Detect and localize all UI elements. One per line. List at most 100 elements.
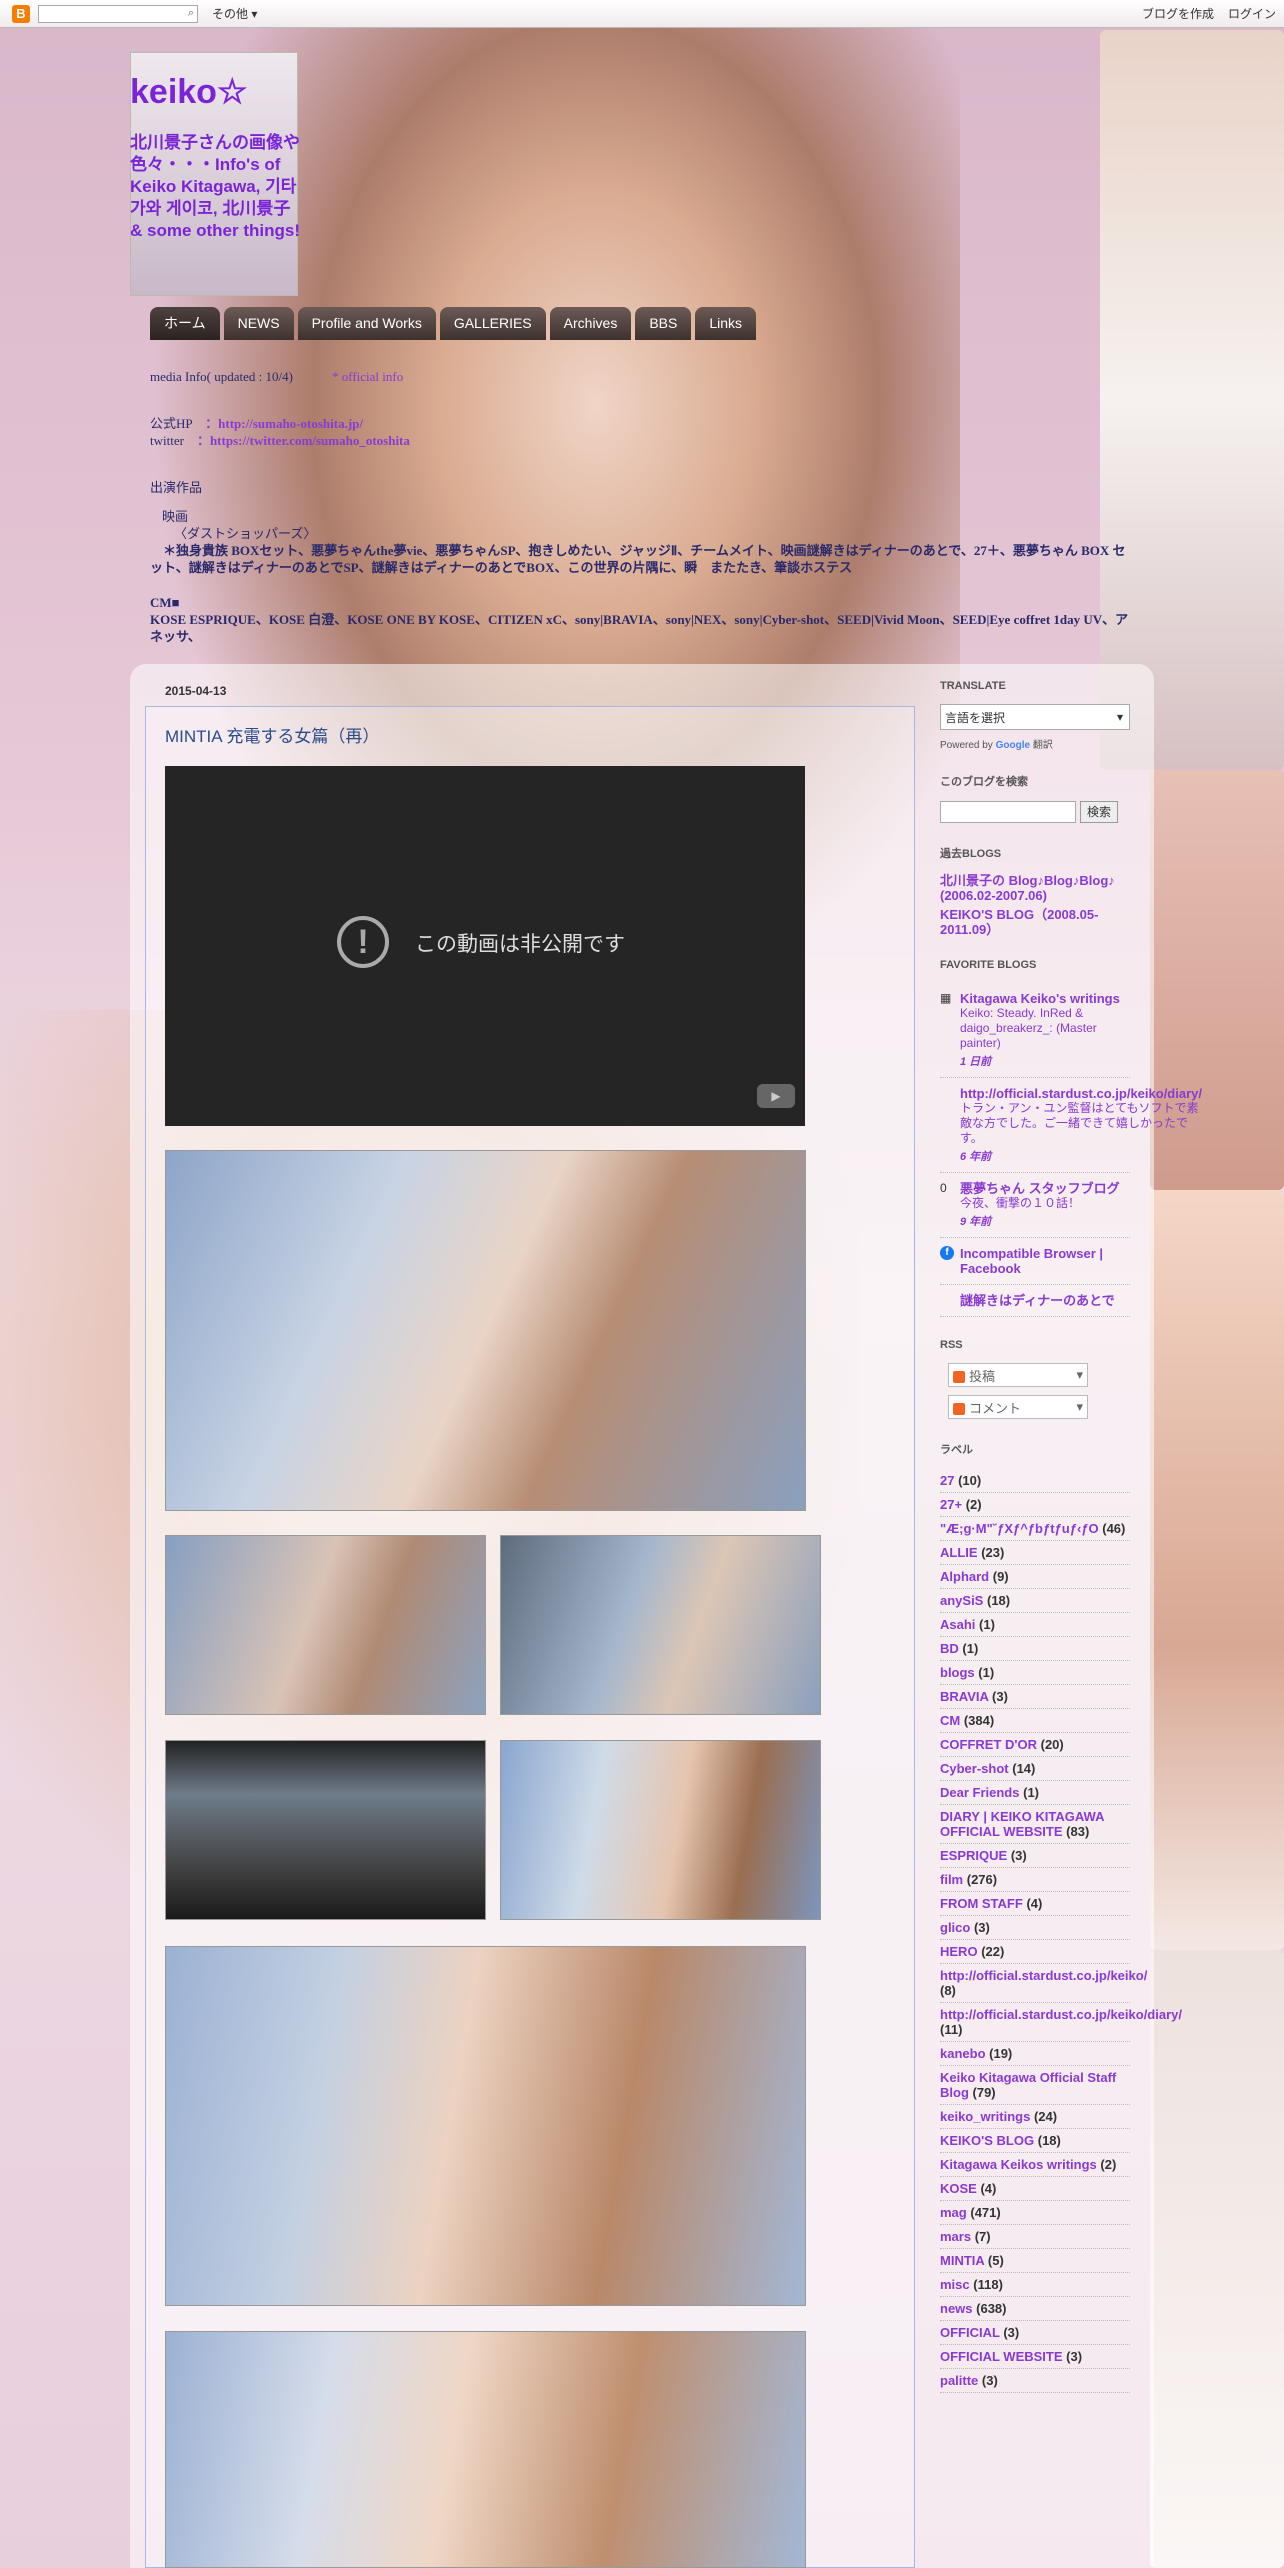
label-link[interactable]: 27+ (2) <box>940 1493 1130 1517</box>
label-link[interactable]: CM (384) <box>940 1709 1130 1733</box>
video-player[interactable]: ! この動画は非公開です ▶ <box>165 766 805 1126</box>
label-link[interactable]: Keiko Kitagawa Official Staff Blog (79) <box>940 2066 1130 2105</box>
tab-5[interactable]: BBS <box>635 307 692 340</box>
create-blog-link[interactable]: ブログを作成 <box>1142 5 1214 22</box>
label-link[interactable]: Cyber-shot (14) <box>940 1757 1130 1781</box>
favorite-blog-title[interactable]: Kitagawa Keiko's writings <box>960 991 1130 1006</box>
label-link[interactable]: ALLIE (23) <box>940 1541 1130 1565</box>
login-link[interactable]: ログイン <box>1228 5 1276 22</box>
label-name[interactable]: "Æ;g·M"˘ƒXƒ^ƒbƒtƒuƒ‹ƒO <box>940 1521 1099 1536</box>
post-title[interactable]: MINTIA 充電する女篇（再） <box>165 722 379 747</box>
label-name[interactable]: ESPRIQUE <box>940 1848 1007 1863</box>
label-link[interactable]: BRAVIA (3) <box>940 1685 1130 1709</box>
label-link[interactable]: KEIKO'S BLOG (18) <box>940 2129 1130 2153</box>
label-name[interactable]: MINTIA <box>940 2253 984 2268</box>
label-name[interactable]: http://official.stardust.co.jp/keiko/ <box>940 1968 1147 1983</box>
label-name[interactable]: Asahi <box>940 1617 975 1632</box>
label-link[interactable]: Alphard (9) <box>940 1565 1130 1589</box>
label-link[interactable]: HERO (22) <box>940 1940 1130 1964</box>
tab-0[interactable]: ホーム <box>150 307 220 340</box>
tab-3[interactable]: GALLERIES <box>439 307 546 340</box>
label-link[interactable]: 27 (10) <box>940 1469 1130 1493</box>
tab-6[interactable]: Links <box>695 307 757 340</box>
label-name[interactable]: blogs <box>940 1665 975 1680</box>
label-name[interactable]: Keiko Kitagawa Official Staff Blog <box>940 2070 1116 2100</box>
label-link[interactable]: OFFICIAL (3) <box>940 2321 1130 2345</box>
label-link[interactable]: misc (118) <box>940 2273 1130 2297</box>
favorite-blog-title[interactable]: 悪夢ちゃん スタッフブログ <box>960 1181 1130 1196</box>
youtube-logo-icon[interactable]: ▶ <box>757 1084 795 1108</box>
label-name[interactable]: Dear Friends <box>940 1785 1019 1800</box>
label-name[interactable]: Alphard <box>940 1569 989 1584</box>
label-name[interactable]: 27 <box>940 1473 954 1488</box>
label-name[interactable]: ALLIE <box>940 1545 978 1560</box>
label-link[interactable]: "Æ;g·M"˘ƒXƒ^ƒbƒtƒuƒ‹ƒO (46) <box>940 1517 1130 1541</box>
label-link[interactable]: KOSE (4) <box>940 2177 1130 2201</box>
label-link[interactable]: DIARY | KEIKO KITAGAWA OFFICIAL WEBSITE … <box>940 1805 1130 1844</box>
label-name[interactable]: glico <box>940 1920 970 1935</box>
label-name[interactable]: COFFRET D'OR <box>940 1737 1037 1752</box>
label-name[interactable]: kanebo <box>940 2046 986 2061</box>
label-link[interactable]: OFFICIAL WEBSITE (3) <box>940 2345 1130 2369</box>
label-link[interactable]: http://official.stardust.co.jp/keiko/dia… <box>940 2003 1182 2042</box>
label-name[interactable]: film <box>940 1872 963 1887</box>
blog-search-button[interactable]: 検索 <box>1080 801 1119 823</box>
label-name[interactable]: 27+ <box>940 1497 962 1512</box>
post-image[interactable] <box>165 1946 806 2306</box>
label-link[interactable]: MINTIA (5) <box>940 2249 1130 2273</box>
label-link[interactable]: blogs (1) <box>940 1661 1130 1685</box>
past-blog-link[interactable]: KEIKO'S BLOG（2008.05-2011.09） <box>940 907 1130 937</box>
label-name[interactable]: BD <box>940 1641 959 1656</box>
label-link[interactable]: Kitagawa Keikos writings (2) <box>940 2153 1130 2177</box>
favorite-blog-title[interactable]: Incompatible Browser | Facebook <box>960 1246 1130 1276</box>
search-icon[interactable]: ⌕ <box>188 7 194 20</box>
post-image[interactable] <box>500 1740 821 1920</box>
label-name[interactable]: Kitagawa Keikos writings <box>940 2157 1097 2172</box>
label-name[interactable]: BRAVIA <box>940 1689 988 1704</box>
label-link[interactable]: mars (7) <box>940 2225 1130 2249</box>
label-name[interactable]: OFFICIAL WEBSITE <box>940 2349 1063 2364</box>
label-link[interactable]: mag (471) <box>940 2201 1130 2225</box>
past-blog-link[interactable]: 北川景子の Blog♪Blog♪Blog♪ (2006.02-2007.06) <box>940 873 1130 903</box>
label-link[interactable]: film (276) <box>940 1868 1130 1892</box>
label-link[interactable]: FROM STAFF (4) <box>940 1892 1130 1916</box>
label-link[interactable]: BD (1) <box>940 1637 1130 1661</box>
post-image[interactable] <box>500 1535 821 1715</box>
tab-2[interactable]: Profile and Works <box>297 307 436 340</box>
label-link[interactable]: http://official.stardust.co.jp/keiko/ (8… <box>940 1964 1147 2003</box>
post-image[interactable] <box>165 1150 806 1511</box>
label-link[interactable]: keiko_writings (24) <box>940 2105 1130 2129</box>
favorite-blog-snippet[interactable]: 今夜、衝撃の１０話！ <box>960 1196 1130 1211</box>
tab-4[interactable]: Archives <box>549 307 632 340</box>
label-name[interactable]: palitte <box>940 2373 978 2388</box>
rss-comments-button[interactable]: コメント ▾ <box>948 1395 1088 1419</box>
label-link[interactable]: COFFRET D'OR (20) <box>940 1733 1130 1757</box>
label-link[interactable]: Asahi (1) <box>940 1613 1130 1637</box>
label-name[interactable]: KEIKO'S BLOG <box>940 2133 1034 2148</box>
label-name[interactable]: OFFICIAL <box>940 2325 1000 2340</box>
blog-title[interactable]: keiko☆ <box>130 72 247 112</box>
label-link[interactable]: ESPRIQUE (3) <box>940 1844 1130 1868</box>
navbar-search-input[interactable]: ⌕ <box>38 4 198 23</box>
language-select[interactable]: 言語を選択 ▾ <box>940 704 1130 730</box>
label-name[interactable]: FROM STAFF <box>940 1896 1023 1911</box>
rss-posts-button[interactable]: 投稿 ▾ <box>948 1363 1088 1387</box>
favorite-blog-snippet[interactable]: Keiko: Steady. InRed & daigo_breakerz_: … <box>960 1006 1130 1051</box>
label-link[interactable]: Dear Friends (1) <box>940 1781 1130 1805</box>
label-name[interactable]: CM <box>940 1713 960 1728</box>
tab-1[interactable]: NEWS <box>223 307 294 340</box>
label-name[interactable]: keiko_writings <box>940 2109 1030 2124</box>
label-name[interactable]: mars <box>940 2229 971 2244</box>
favorite-blog-snippet[interactable]: トラン・アン・ユン監督はとてもソフトで素敵な方でした。ご一緒できて嬉しかったです… <box>960 1101 1202 1146</box>
label-link[interactable]: news (638) <box>940 2297 1130 2321</box>
label-link[interactable]: anySiS (18) <box>940 1589 1130 1613</box>
navbar-more-menu[interactable]: その他 ▾ <box>212 5 257 22</box>
official-info-link[interactable]: * official info <box>332 369 403 384</box>
post-image[interactable] <box>165 1535 486 1715</box>
label-name[interactable]: mag <box>940 2205 967 2220</box>
blog-search-input[interactable] <box>940 801 1076 823</box>
post-image[interactable] <box>165 2331 806 2568</box>
label-link[interactable]: glico (3) <box>940 1916 1130 1940</box>
label-name[interactable]: HERO <box>940 1944 978 1959</box>
label-name[interactable]: http://official.stardust.co.jp/keiko/dia… <box>940 2007 1182 2022</box>
